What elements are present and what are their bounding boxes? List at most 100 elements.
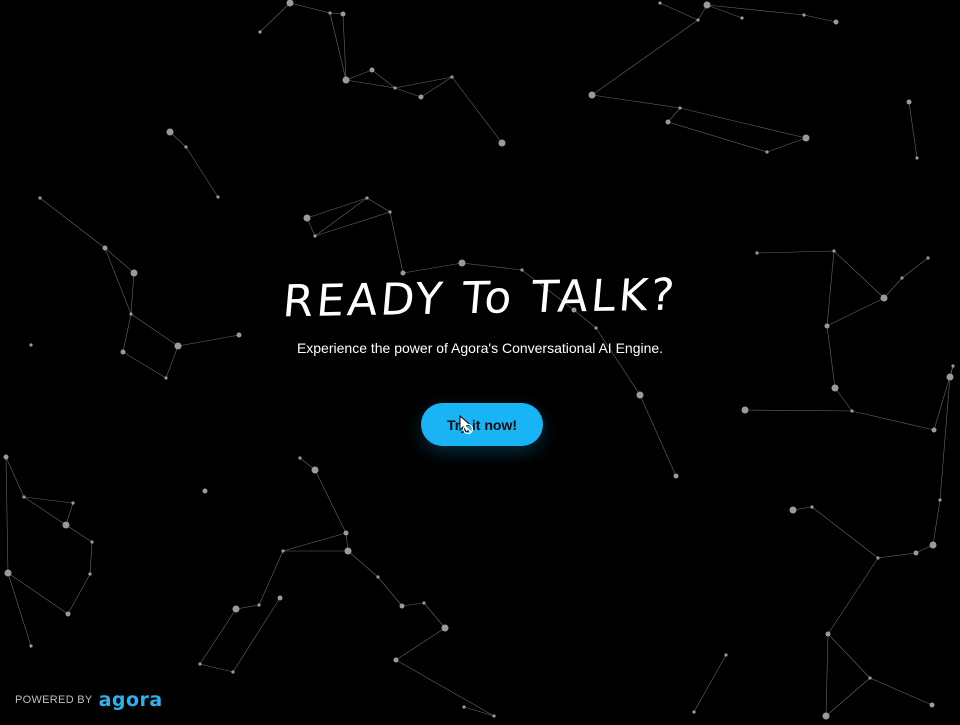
network-edge [366, 197, 391, 213]
network-edge [827, 557, 879, 635]
network-edge [869, 677, 933, 706]
network-node [588, 91, 596, 99]
network-node [929, 541, 937, 549]
network-node [492, 714, 496, 718]
network-node [4, 569, 12, 577]
network-node [703, 1, 711, 9]
network-node [636, 391, 644, 399]
network-node [62, 521, 70, 529]
network-node [344, 547, 352, 555]
network-node [88, 572, 92, 576]
network-edge [389, 211, 404, 274]
network-edge [345, 79, 396, 89]
network-node [365, 196, 369, 200]
network-edge [756, 250, 835, 254]
network-node [926, 256, 930, 260]
hero-section: READY To TALK? Experience the power of A… [0, 268, 960, 356]
network-edges [5, 2, 954, 717]
network-edge [314, 211, 391, 237]
network-edge [811, 506, 879, 559]
network-node [673, 473, 679, 479]
network-edge [306, 197, 368, 219]
network-edge [199, 608, 237, 665]
network-node [832, 249, 836, 253]
network-node [951, 364, 955, 368]
network-node [696, 18, 700, 22]
network-node [258, 30, 262, 34]
network-edge [39, 197, 106, 249]
network-node [298, 456, 302, 460]
network-edge [5, 456, 25, 498]
network-node [422, 601, 426, 605]
network-node [692, 710, 696, 714]
agora-logo[interactable]: agora [99, 690, 163, 710]
network-node [102, 245, 108, 251]
network-node [462, 705, 466, 709]
network-node [184, 145, 188, 149]
network-node [441, 624, 449, 632]
network-edge [395, 659, 495, 717]
network-node [498, 139, 506, 147]
network-node [393, 657, 399, 663]
network-node [388, 210, 392, 214]
network-edge [877, 552, 917, 559]
network-node [450, 75, 454, 79]
network-node [755, 251, 759, 255]
network-node [724, 653, 728, 657]
network-edge [289, 2, 331, 14]
network-edge [451, 76, 503, 144]
network-node [868, 676, 872, 680]
try-it-now-button[interactable]: Try it now! [421, 403, 543, 446]
network-node [665, 119, 671, 125]
network-node [277, 595, 283, 601]
network-edge [65, 524, 93, 543]
network-node [802, 134, 810, 142]
network-node [164, 376, 168, 380]
network-edge [667, 107, 681, 123]
network-node [876, 556, 880, 560]
network-node [393, 86, 397, 90]
network-node [833, 19, 839, 25]
network-node [850, 409, 854, 413]
network-edge [232, 597, 281, 673]
network-nodes [3, 0, 955, 720]
network-edge [371, 69, 396, 89]
network-edge [834, 387, 853, 412]
network-node [789, 506, 797, 514]
network-node [831, 384, 839, 392]
network-node [418, 94, 424, 100]
network-node [678, 106, 682, 110]
network-node [303, 214, 311, 222]
network-node [65, 611, 71, 617]
network-edge [423, 602, 446, 629]
particle-network-background [3, 0, 955, 720]
powered-by-label: POWERED BY [15, 694, 93, 706]
network-edge [667, 121, 768, 153]
network-node [399, 603, 405, 609]
network-node [741, 406, 749, 414]
network-edge [659, 2, 699, 21]
network-node [202, 488, 208, 494]
network-node [231, 670, 235, 674]
network-node [232, 605, 240, 613]
network-node [216, 195, 220, 199]
network-edge [939, 376, 951, 501]
network-edge [679, 107, 807, 139]
network-node [740, 16, 744, 20]
network-edge [908, 101, 918, 159]
network-edge [5, 456, 9, 574]
network-node [915, 156, 919, 160]
network-node [29, 644, 33, 648]
network-node [198, 662, 202, 666]
network-edge [395, 627, 446, 661]
network-node [38, 196, 42, 200]
network-edge [401, 602, 425, 607]
network-node [458, 259, 466, 267]
network-edge [199, 663, 234, 673]
network-node [946, 373, 954, 381]
network-edge [347, 550, 379, 578]
network-edge [185, 146, 219, 198]
network-node [71, 501, 75, 505]
network-edge [394, 87, 422, 98]
network-edge [7, 572, 69, 615]
